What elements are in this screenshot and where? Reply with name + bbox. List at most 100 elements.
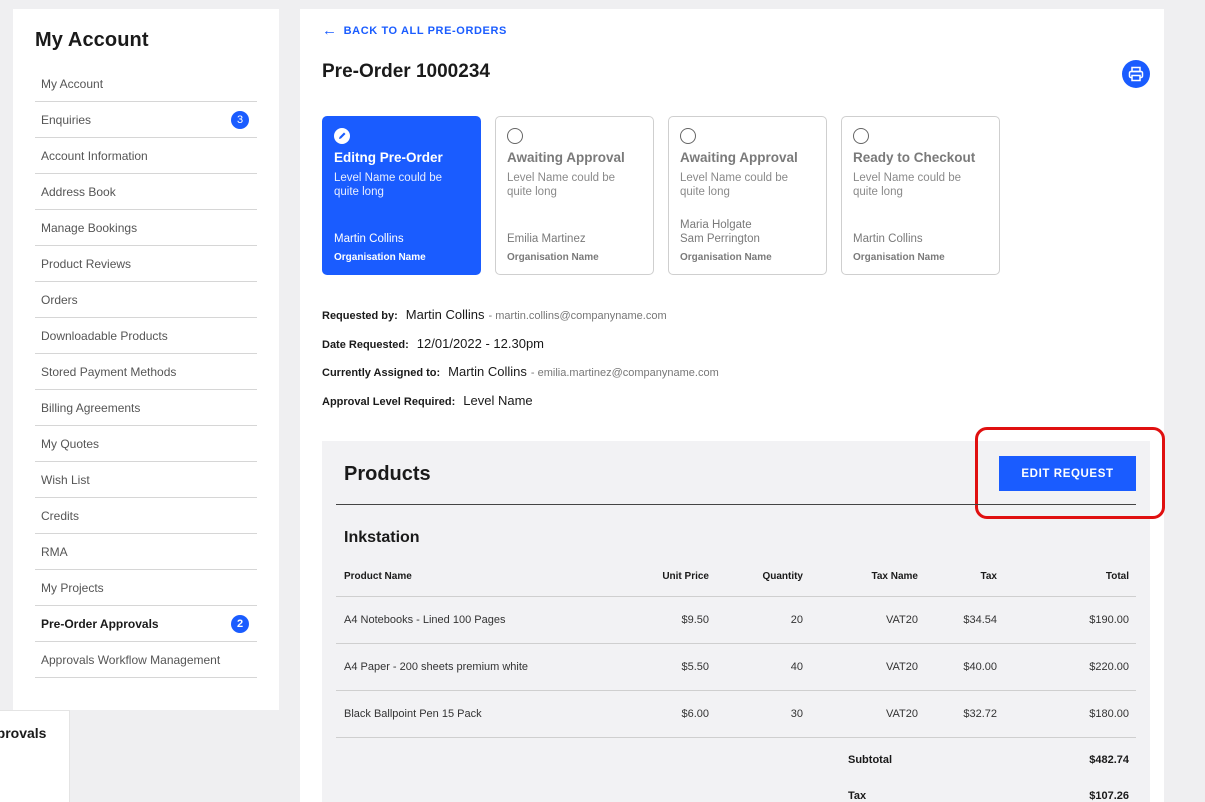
requested-by-email: - martin.collins@companyname.com <box>488 310 667 322</box>
step-org: Organisation Name <box>680 252 772 263</box>
sidebar-item-address-book[interactable]: Address Book <box>35 174 257 210</box>
sidebar-item-label: Pre-Order Approvals <box>41 616 159 631</box>
table-cell: $34.54 <box>925 596 1004 644</box>
table-row: A4 Paper - 200 sheets premium white $5.50… <box>336 643 1136 691</box>
requested-by-label: Requested by: <box>322 310 398 322</box>
count-badge: 2 <box>231 614 249 633</box>
sidebar-item-my-quotes[interactable]: My Quotes <box>35 426 257 462</box>
step-people: Martin Collins <box>334 233 404 245</box>
products-section: Products EDIT REQUEST Inkstation Product… <box>322 427 1165 802</box>
sidebar-item-rma[interactable]: RMA <box>35 534 257 570</box>
sidebar-item-downloadable-products[interactable]: Downloadable Products <box>35 318 257 354</box>
sidebar-item-pre-order-approvals[interactable]: Pre-Order Approvals 2 <box>35 606 257 642</box>
column-header: Unit Price <box>636 557 716 597</box>
sidebar-item-stored-payment-methods[interactable]: Stored Payment Methods <box>35 354 257 390</box>
sidebar-item-label: Manage Bookings <box>41 220 138 235</box>
table-row: A4 Notebooks - Lined 100 Pages $9.50 20 VAT… <box>336 596 1136 644</box>
tax-value: $107.26 <box>1089 790 1129 802</box>
main-panel: ← BACK TO ALL PRE-ORDERS Pre-Order 10002… <box>300 9 1165 802</box>
back-link-label: BACK TO ALL PRE-ORDERS <box>343 24 507 37</box>
sidebar-item-account-information[interactable]: Account Information <box>35 138 257 174</box>
products-table: Product Name Unit Price Quantity Tax Name Ta… <box>336 557 1136 738</box>
vendor-group-title: Inkstation <box>344 529 420 546</box>
products-title: Products <box>344 463 431 485</box>
date-requested-value: 12/01/2022 - 12.30pm <box>416 336 545 351</box>
sidebar-item-credits[interactable]: Credits <box>35 498 257 534</box>
sidebar-item-my-account[interactable]: My Account <box>35 66 257 102</box>
sidebar-item-label: Approvals Workflow Management <box>41 652 221 667</box>
table-cell: 30 <box>716 690 810 738</box>
step-level: Level Name could be quite long <box>334 172 443 198</box>
sidebar-item-label: My Quotes <box>41 436 100 451</box>
sidebar-item-enquiries[interactable]: Enquiries 3 <box>35 102 257 138</box>
arrow-left-icon: ← <box>322 22 338 39</box>
sidebar-item-label: My Projects <box>41 580 104 595</box>
printer-icon <box>1128 66 1144 82</box>
tax-label: Tax <box>848 790 867 802</box>
sidebar-item-label: My Account <box>41 76 104 91</box>
sidebar-item-label: Billing Agreements <box>41 400 141 415</box>
table-cell: 40 <box>716 643 810 691</box>
table-cell: $220.00 <box>1004 643 1136 691</box>
sidebar-item-my-projects[interactable]: My Projects <box>35 570 257 606</box>
table-cell: $5.50 <box>636 643 716 691</box>
table-cell: $190.00 <box>1004 596 1136 644</box>
table-header-row: Product Name Unit Price Quantity Tax Name Ta… <box>336 557 1136 597</box>
table-cell: A4 Paper - 200 sheets premium white <box>336 643 636 691</box>
step-org: Organisation Name <box>334 252 426 263</box>
column-header: Quantity <box>716 557 810 597</box>
sidebar-item-billing-agreements[interactable]: Billing Agreements <box>35 390 257 426</box>
sidebar-item-manage-bookings[interactable]: Manage Bookings <box>35 210 257 246</box>
requested-by-row: Requested by: Martin Collins - martin.co… <box>322 307 667 322</box>
print-button[interactable] <box>1122 60 1150 88</box>
table-cell: VAT20 <box>810 643 925 691</box>
column-header: Product Name <box>336 557 636 597</box>
table-cell: VAT20 <box>810 690 925 738</box>
approval-steps: Editng Pre-Order Level Name could be quit… <box>322 116 1000 275</box>
requested-by-name: Martin Collins <box>405 307 485 322</box>
sidebar-item-approvals-workflow-management[interactable]: Approvals Workflow Management <box>35 642 257 678</box>
column-header: Tax <box>925 557 1004 597</box>
step-org: Organisation Name <box>853 252 945 263</box>
assigned-to-email: - emilia.martinez@companyname.com <box>530 367 719 379</box>
empty-circle-icon <box>507 128 523 144</box>
highlight-annotation <box>975 427 1165 519</box>
step-people: Martin Collins <box>853 233 923 245</box>
table-cell: $180.00 <box>1004 690 1136 738</box>
step-org: Organisation Name <box>507 252 599 263</box>
approval-step-card: Editng Pre-Order Level Name could be quit… <box>322 116 481 275</box>
date-requested-label: Date Requested: <box>322 339 409 351</box>
empty-circle-icon <box>680 128 696 144</box>
sidebar-item-label: Enquiries <box>41 112 92 127</box>
subtotal-label: Subtotal <box>848 754 892 766</box>
sidebar-item-wish-list[interactable]: Wish List <box>35 462 257 498</box>
approval-level-label: Approval Level Required: <box>322 396 456 408</box>
approvals-popover: Approvals <box>0 710 70 802</box>
sidebar-item-label: Wish List <box>41 472 90 487</box>
approval-step-card: Awaiting Approval Level Name could be qui… <box>495 116 654 275</box>
sidebar-item-label: Address Book <box>41 184 116 199</box>
table-cell: $9.50 <box>636 596 716 644</box>
sidebar-item-label: Credits <box>41 508 80 523</box>
table-body: A4 Notebooks - Lined 100 Pages $9.50 20 VAT… <box>336 596 1136 738</box>
sidebar-title: My Account <box>35 29 149 51</box>
popover-text: Approvals <box>0 725 47 741</box>
step-level: Level Name could be quite long <box>680 172 789 198</box>
column-header: Tax Name <box>810 557 925 597</box>
approval-level-row: Approval Level Required: Level Name <box>322 393 533 408</box>
approval-step-card: Awaiting Approval Level Name could be qui… <box>668 116 827 275</box>
sidebar-item-product-reviews[interactable]: Product Reviews <box>35 246 257 282</box>
step-level: Level Name could be quite long <box>507 172 616 198</box>
subtotal-value: $482.74 <box>1089 754 1129 766</box>
back-to-preorders-link[interactable]: ← BACK TO ALL PRE-ORDERS <box>322 23 507 38</box>
date-requested-row: Date Requested: 12/01/2022 - 12.30pm <box>322 336 544 351</box>
table-cell: VAT20 <box>810 596 925 644</box>
sidebar-item-label: Orders <box>41 292 78 307</box>
sidebar-item-orders[interactable]: Orders <box>35 282 257 318</box>
page-title: Pre-Order 1000234 <box>322 61 490 82</box>
sidebar-item-label: Account Information <box>41 148 148 163</box>
approval-step-card: Ready to Checkout Level Name could be qui… <box>841 116 1000 275</box>
table-row: Black Ballpoint Pen 15 Pack $6.00 30 VAT20 $… <box>336 690 1136 738</box>
table-cell: Black Ballpoint Pen 15 Pack <box>336 690 636 738</box>
table-cell: 20 <box>716 596 810 644</box>
